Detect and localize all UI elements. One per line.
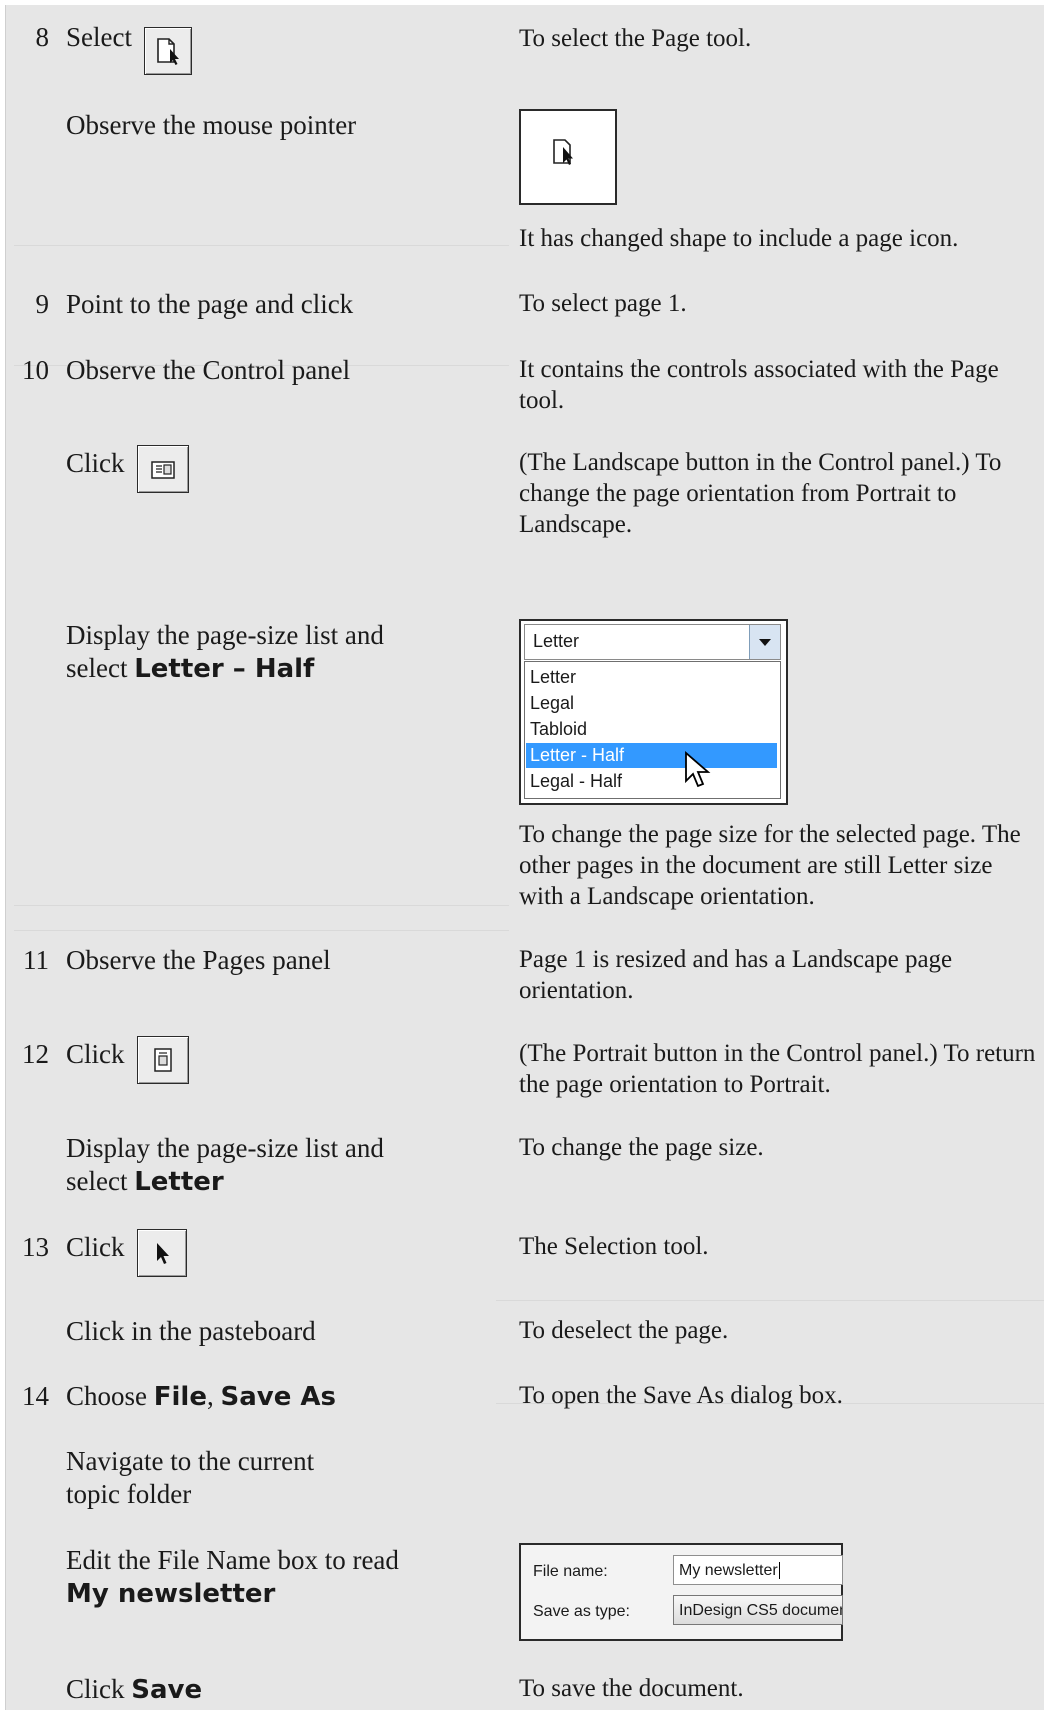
page-tool-button: [144, 27, 192, 75]
lesson-page: 8 Select To select the Page tool. Observ…: [5, 5, 1044, 1710]
save-as-dialog-screenshot: File name: My newsletter Save as type: I…: [519, 1543, 843, 1641]
selection-tool-button: [137, 1229, 187, 1277]
text-caret: [778, 1562, 780, 1579]
step-instruction: Navigate to the current: [66, 1446, 315, 1476]
landscape-icon: [151, 461, 175, 479]
chevron-down-icon: [759, 639, 771, 646]
step-note: To change the page size.: [519, 1134, 764, 1161]
step-instruction: My newsletter: [66, 1577, 275, 1610]
dropdown-arrow: [749, 625, 780, 659]
step-note: To open the Save As dialog box.: [519, 1382, 843, 1409]
step-number: 10: [22, 355, 49, 385]
step-number: 8: [35, 22, 50, 52]
dropdown-list: Letter Legal Tabloid Letter - Half Legal…: [524, 661, 781, 799]
instruction-comma: ,: [206, 1381, 214, 1411]
step-note: The Selection tool.: [519, 1233, 709, 1260]
step-instruction: Observe the Control panel: [66, 355, 351, 385]
select-value: Letter: [533, 631, 580, 651]
instruction-text: Choose: [66, 1381, 147, 1411]
step-instruction: Click in the pasteboard: [66, 1316, 316, 1346]
step-note: It has changed shape to include a page i…: [519, 225, 959, 252]
step-number: 13: [22, 1232, 49, 1262]
step-note: To deselect the page.: [519, 1317, 729, 1344]
step-instruction: Click: [66, 1232, 125, 1262]
step-note: To save the document.: [519, 1675, 744, 1702]
step-number: 14: [22, 1381, 49, 1411]
portrait-button: [137, 1036, 189, 1084]
step-instruction: select Letter – Half: [66, 652, 314, 685]
step-note: To select page 1.: [519, 290, 687, 317]
portrait-icon: [154, 1048, 172, 1072]
selection-arrow-icon: [157, 1243, 169, 1264]
dropdown-option: Letter: [530, 667, 577, 687]
instruction-bold: Letter – Half: [134, 654, 315, 684]
step-instruction: Edit the File Name box to read: [66, 1545, 399, 1575]
mouse-cursor-icon: [685, 751, 711, 788]
dropdown-option: Legal - Half: [530, 771, 623, 791]
step-number: 12: [22, 1039, 49, 1069]
dropdown-option: Tabloid: [530, 719, 588, 739]
step-instruction: Click: [66, 448, 125, 478]
row-divider: [14, 245, 509, 246]
file-name-field: My newsletter: [673, 1555, 843, 1585]
instruction-bold: Save: [131, 1675, 203, 1705]
dropdown-option-highlighted: Letter - Half: [526, 743, 777, 768]
step-instruction: Select: [66, 22, 132, 52]
pointer-screenshot: [519, 109, 617, 205]
step-instruction: Point to the page and click: [66, 289, 354, 319]
instruction-bold: Letter: [134, 1167, 224, 1197]
step-note: It contains the controls associated with…: [519, 356, 999, 414]
page-size-select: Letter: [524, 624, 781, 660]
step-instruction: Observe the Pages panel: [66, 945, 331, 975]
file-name-label: File name:: [533, 1563, 608, 1580]
row-divider: [14, 930, 509, 931]
instruction-bold: Save As: [220, 1382, 336, 1412]
step-instruction: Observe the mouse pointer: [66, 110, 357, 140]
instruction-text: select: [66, 1166, 128, 1196]
instruction-bold: My newsletter: [66, 1579, 276, 1609]
step-instruction: Click: [66, 1039, 125, 1069]
instruction-text: Click: [66, 1674, 125, 1704]
page-tool-icon: [157, 38, 179, 65]
step-note: To change the page size for the selected…: [519, 821, 1021, 910]
step-instruction: Choose File, Save As: [66, 1380, 336, 1413]
step-instruction: Display the page-size list and: [66, 620, 384, 650]
step-note: Page 1 is resized and has a Landscape pa…: [519, 946, 953, 1004]
save-type-label: Save as type:: [533, 1603, 630, 1620]
page-size-dropdown-screenshot: Letter Letter Legal Tabloid Letter - Hal…: [519, 619, 788, 805]
instruction-bold: File: [153, 1382, 207, 1412]
step-instruction: topic folder: [66, 1479, 192, 1509]
step-instruction: Click Save: [66, 1673, 202, 1706]
instruction-text: select: [66, 653, 128, 683]
step-note: (The Portrait button in the Control pane…: [519, 1040, 1036, 1098]
step-note: (The Landscape button in the Control pan…: [519, 449, 1002, 538]
row-divider: [14, 905, 509, 906]
landscape-button: [137, 445, 189, 493]
dropdown-option: Legal: [530, 693, 575, 713]
row-divider: [496, 1300, 1044, 1301]
step-number: 11: [23, 945, 49, 975]
step-instruction: select Letter: [66, 1165, 224, 1198]
file-name-value: My newsletter: [679, 1562, 778, 1579]
page-pointer-icon: [553, 139, 573, 165]
step-note: To select the Page tool.: [519, 25, 752, 52]
save-type-select: InDesign CS5 document: [673, 1595, 843, 1625]
step-number: 9: [35, 289, 50, 319]
step-instruction: Display the page-size list and: [66, 1133, 384, 1163]
